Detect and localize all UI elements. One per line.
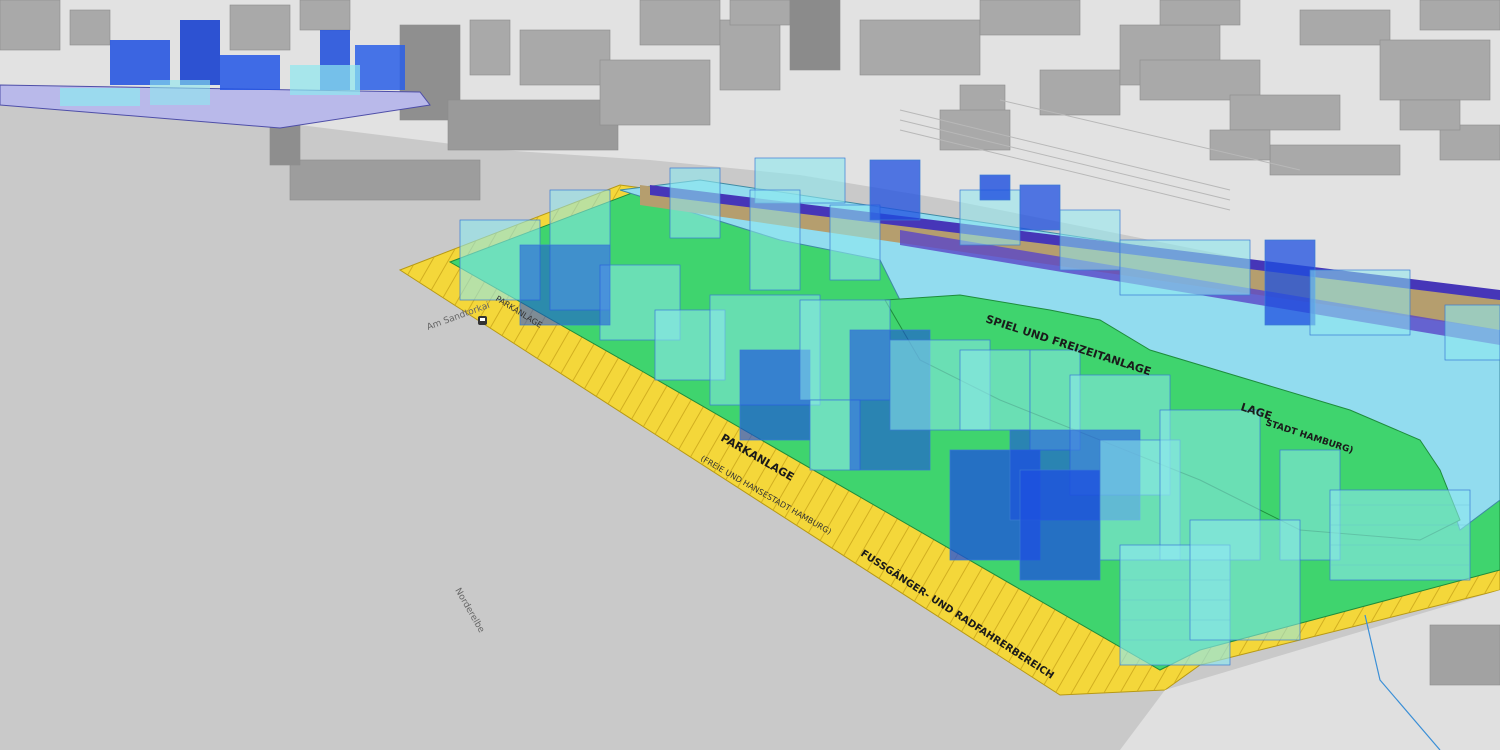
city-3d-plan-view[interactable]: SPIEL UND FREIZEITANLAGE LAGE STADT HAMB…	[0, 0, 1500, 750]
ferry-stop-icon[interactable]	[478, 316, 487, 325]
bottom-right-building	[1429, 624, 1500, 686]
